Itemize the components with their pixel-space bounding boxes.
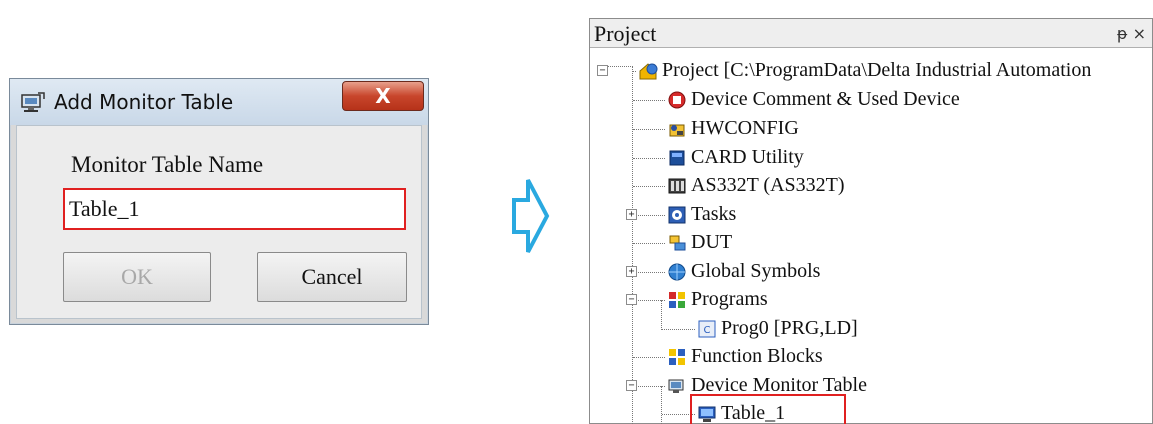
tree-item[interactable]: AS332T (AS332T) bbox=[667, 172, 1150, 200]
hwconfig-icon bbox=[669, 124, 685, 137]
dut-icon bbox=[669, 235, 686, 251]
tree-item-label: HWCONFIG bbox=[691, 117, 799, 139]
expand-icon[interactable]: + bbox=[626, 266, 637, 277]
tree-item-label: Function Blocks bbox=[691, 345, 823, 367]
tree-item-label: Tasks bbox=[691, 203, 737, 225]
expand-icon[interactable]: + bbox=[626, 209, 637, 220]
tree-item-label: AS332T (AS332T) bbox=[691, 174, 845, 196]
tree-line bbox=[633, 71, 636, 72]
close-button[interactable]: X bbox=[342, 81, 424, 111]
project-icon bbox=[639, 63, 658, 80]
tree-line bbox=[633, 357, 665, 358]
collapse-icon[interactable]: − bbox=[626, 294, 637, 305]
tree-line bbox=[633, 243, 665, 244]
tree-item[interactable]: Device Comment & Used Device bbox=[667, 86, 1150, 114]
tree-item-label: Programs bbox=[691, 288, 768, 310]
function-blocks-icon bbox=[669, 349, 685, 365]
dialog-titlebar[interactable]: Add Monitor Table X bbox=[10, 79, 428, 125]
card-icon bbox=[669, 150, 685, 166]
program-icon: C bbox=[698, 320, 716, 338]
tree-item-label: Project [C:\ProgramData\Delta Industrial… bbox=[662, 59, 1092, 81]
tree-line bbox=[633, 100, 665, 101]
arrow-right-icon bbox=[512, 179, 550, 253]
tree-line bbox=[633, 215, 665, 216]
pane-title: Project bbox=[594, 21, 657, 46]
monitor-table-icon bbox=[668, 379, 684, 393]
tree-line bbox=[633, 300, 665, 301]
plc-icon bbox=[668, 178, 686, 194]
tree-line bbox=[633, 129, 665, 130]
collapse-icon[interactable]: − bbox=[626, 380, 637, 391]
tree-line bbox=[633, 158, 665, 159]
cancel-button[interactable]: Cancel bbox=[257, 252, 407, 302]
tree-item[interactable]: HWCONFIG bbox=[667, 115, 1150, 143]
tree-item-label: Prog0 [PRG,LD] bbox=[721, 317, 858, 339]
tree-line bbox=[633, 186, 665, 187]
dialog-title: Add Monitor Table bbox=[54, 90, 234, 114]
tree-item-label: CARD Utility bbox=[691, 146, 804, 168]
tree-item[interactable]: Function Blocks bbox=[667, 343, 1150, 371]
tree-line bbox=[661, 300, 662, 330]
tree-item[interactable]: DUT bbox=[667, 229, 1150, 257]
tasks-icon bbox=[668, 206, 686, 224]
tree-line bbox=[632, 66, 633, 424]
pane-header: Project ᵽ × bbox=[590, 19, 1152, 48]
tree-line bbox=[633, 386, 665, 387]
ok-button[interactable]: OK bbox=[63, 252, 211, 302]
dialog-body: Monitor Table Name OK Cancel bbox=[16, 125, 422, 319]
monitor-table-icon bbox=[21, 92, 45, 112]
tree-item[interactable]: Global Symbols bbox=[667, 258, 1150, 286]
table-1-highlight bbox=[690, 394, 846, 424]
collapse-icon[interactable]: − bbox=[597, 65, 608, 76]
programs-icon bbox=[669, 292, 685, 308]
tree-item[interactable]: C Prog0 [PRG,LD] bbox=[697, 315, 1150, 343]
tree-item-label: DUT bbox=[691, 231, 733, 253]
add-monitor-table-dialog: Add Monitor Table X Monitor Table Name O… bbox=[9, 78, 429, 325]
tree-item[interactable]: Project [C:\ProgramData\Delta Industrial… bbox=[638, 57, 1150, 85]
tree-item[interactable]: Programs bbox=[667, 286, 1150, 314]
pin-close-controls[interactable]: ᵽ × bbox=[1117, 24, 1146, 43]
monitor-table-name-input[interactable] bbox=[69, 194, 399, 224]
tree-line bbox=[662, 329, 695, 330]
tree-item-label: Global Symbols bbox=[691, 260, 821, 282]
tree-item-label: Device Comment & Used Device bbox=[691, 88, 960, 110]
tree-item[interactable]: CARD Utility bbox=[667, 144, 1150, 172]
device-comment-icon bbox=[668, 91, 686, 109]
tree-line bbox=[633, 272, 665, 273]
tree-item[interactable]: Tasks bbox=[667, 201, 1150, 229]
global-symbols-icon bbox=[668, 263, 686, 281]
monitor-table-name-field-highlight bbox=[63, 188, 406, 230]
tree-line bbox=[661, 386, 662, 424]
svg-text:C: C bbox=[704, 325, 711, 336]
monitor-table-name-label: Monitor Table Name bbox=[71, 152, 264, 177]
